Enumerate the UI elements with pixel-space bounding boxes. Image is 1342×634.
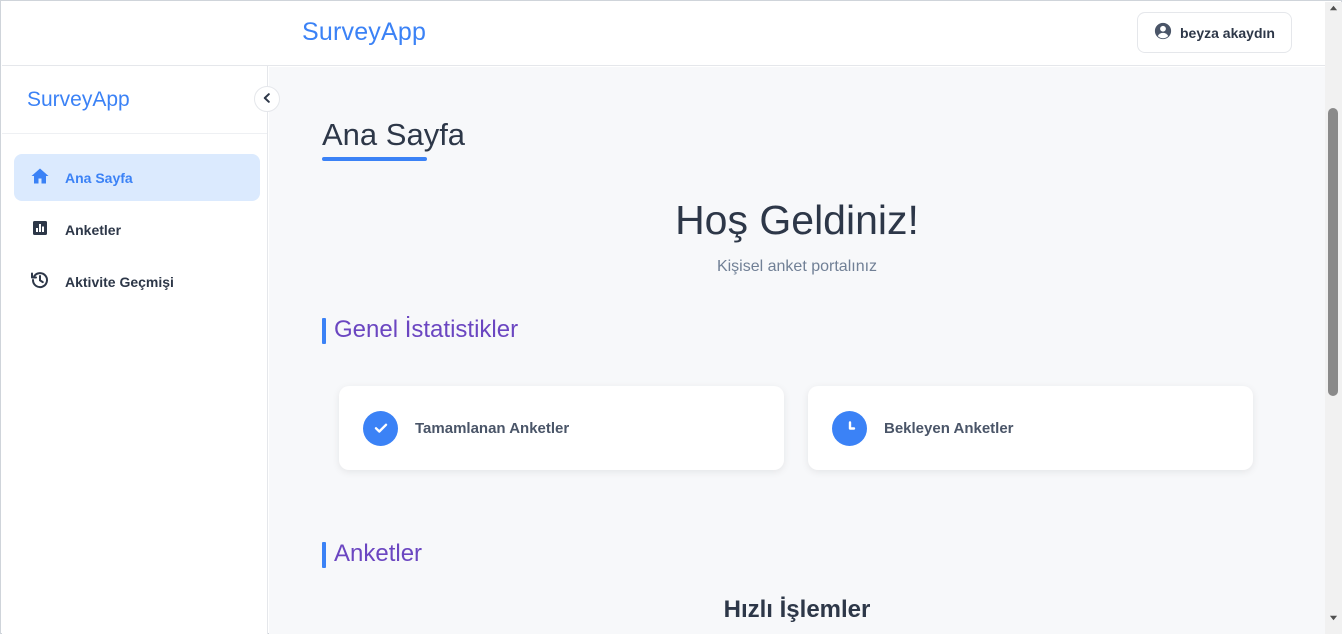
scroll-down-arrow-icon[interactable] — [1329, 613, 1338, 622]
top-header: SurveyApp beyza akaydın — [2, 2, 1325, 66]
quick-actions-title: Hızlı İşlemler — [723, 596, 871, 623]
sidebar: SurveyApp Ana Sayfa Anketler Aktivite Ge… — [2, 66, 280, 634]
title-underline — [322, 157, 427, 161]
stat-label: Bekleyen Anketler — [884, 419, 1014, 437]
sidebar-header: SurveyApp — [2, 66, 280, 134]
user-circle-icon — [1154, 22, 1172, 43]
main-content: Ana Sayfa Hoş Geldiniz! Kişisel anket po… — [269, 67, 1325, 634]
welcome-title: Hoş Geldiniz! — [675, 197, 919, 243]
header-brand[interactable]: SurveyApp — [302, 18, 426, 47]
chevron-left-icon — [262, 90, 272, 108]
sidebar-item-anketler[interactable]: Anketler — [14, 206, 260, 253]
user-name: beyza akaydın — [1180, 24, 1275, 41]
stats-section-title: Genel İstatistikler — [322, 316, 518, 344]
stat-card-pending[interactable]: Bekleyen Anketler — [808, 386, 1253, 470]
vertical-scrollbar[interactable] — [1325, 2, 1342, 634]
clock-icon — [832, 410, 867, 446]
sidebar-item-label: Anketler — [65, 221, 122, 238]
check-circle-icon — [363, 410, 398, 446]
app-window: SurveyApp beyza akaydın SurveyApp Ana Sa… — [0, 0, 1342, 634]
user-menu-button[interactable]: beyza akaydın — [1137, 12, 1292, 53]
sidebar-brand[interactable]: SurveyApp — [27, 88, 130, 112]
sidebar-item-ana-sayfa[interactable]: Ana Sayfa — [14, 154, 260, 201]
sidebar-item-aktivite-gecmisi[interactable]: Aktivite Geçmişi — [14, 258, 260, 305]
sidebar-collapse-button[interactable] — [254, 86, 280, 112]
scrollbar-thumb[interactable] — [1328, 108, 1338, 396]
stat-label: Tamamlanan Anketler — [415, 419, 570, 437]
welcome-subtitle: Kişisel anket portalınız — [716, 258, 878, 275]
stat-card-completed[interactable]: Tamamlanan Anketler — [339, 386, 784, 470]
sidebar-item-label: Aktivite Geçmişi — [65, 273, 174, 290]
home-icon — [30, 166, 50, 189]
sidebar-nav: Ana Sayfa Anketler Aktivite Geçmişi — [14, 154, 260, 310]
sidebar-item-label: Ana Sayfa — [65, 169, 133, 186]
scroll-up-arrow-icon[interactable] — [1329, 4, 1338, 13]
bar-chart-icon — [30, 218, 50, 241]
surveys-section-title: Anketler — [322, 540, 422, 568]
history-icon — [30, 270, 50, 293]
page-title: Ana Sayfa — [322, 117, 466, 152]
